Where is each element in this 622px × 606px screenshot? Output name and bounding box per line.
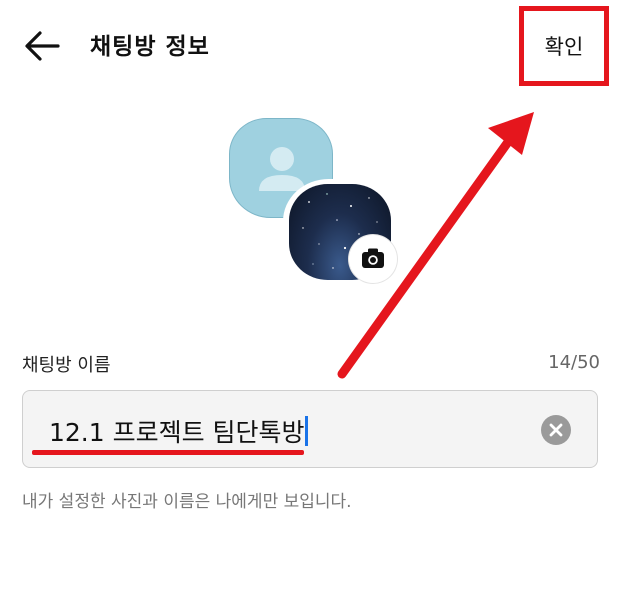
privacy-hint: 내가 설정한 사진과 이름은 나에게만 보입니다. (22, 492, 352, 512)
room-name-value[interactable]: 12.1 프로젝트 팀단톡방 (49, 413, 308, 449)
back-button[interactable] (22, 28, 62, 64)
annotation-arrow (337, 112, 534, 379)
change-photo-button[interactable] (349, 235, 397, 283)
annotation-underline (32, 450, 304, 455)
character-count: 14/50 (548, 352, 600, 373)
arrow-left-icon (25, 31, 60, 61)
page-title: 채팅방 정보 (90, 34, 210, 60)
confirm-highlight-box: 확인 (519, 6, 609, 86)
clear-button[interactable] (541, 415, 571, 445)
text-cursor (304, 416, 308, 446)
camera-icon (362, 248, 384, 268)
room-name-input[interactable]: 12.1 프로젝트 팀단톡방 (22, 390, 598, 468)
name-field-label: 채팅방 이름 (22, 355, 111, 376)
confirm-button[interactable]: 확인 (524, 31, 604, 61)
clear-icon (549, 423, 563, 437)
